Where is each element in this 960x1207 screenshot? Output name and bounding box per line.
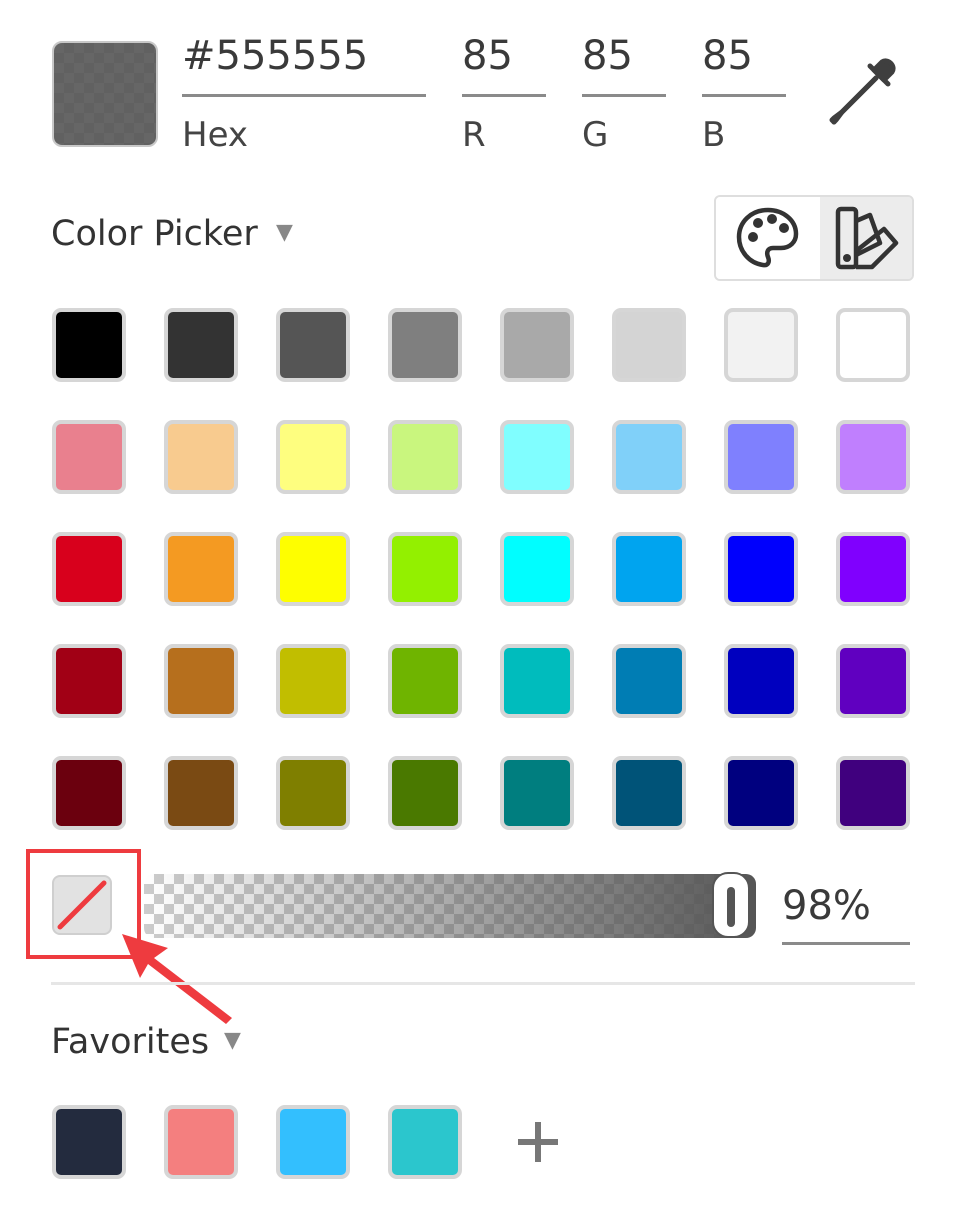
r-underline	[462, 94, 546, 97]
color-picker-title[interactable]: Color Picker	[51, 217, 258, 252]
plus-icon[interactable]	[514, 1118, 562, 1166]
palette-swatch[interactable]	[164, 756, 238, 830]
palette-swatch[interactable]	[276, 644, 350, 718]
palette-swatch[interactable]	[52, 420, 126, 494]
hex-label: Hex	[182, 115, 249, 155]
palette-swatch[interactable]	[500, 756, 574, 830]
hex-underline	[182, 94, 426, 97]
annotation-arrow-icon	[122, 934, 232, 1024]
palette-swatch[interactable]	[388, 532, 462, 606]
caret-down-icon[interactable]: ▼	[276, 222, 293, 244]
picker-mode-toggle	[714, 195, 914, 281]
palette-swatch[interactable]	[724, 532, 798, 606]
b-underline	[702, 94, 786, 97]
palette-swatch[interactable]	[164, 532, 238, 606]
palette-swatch[interactable]	[612, 420, 686, 494]
palette-swatch[interactable]	[724, 420, 798, 494]
favorite-swatch[interactable]	[388, 1105, 462, 1179]
palette-swatch[interactable]	[276, 532, 350, 606]
palette-swatch[interactable]	[500, 644, 574, 718]
palette-swatch[interactable]	[724, 644, 798, 718]
palette-swatch[interactable]	[500, 308, 574, 382]
palette-mode-button[interactable]	[716, 197, 820, 279]
palette-swatch[interactable]	[500, 420, 574, 494]
color-preview	[52, 41, 158, 147]
palette-swatch[interactable]	[388, 644, 462, 718]
palette-swatch[interactable]	[724, 308, 798, 382]
palette-icon	[736, 207, 799, 268]
section-divider	[51, 982, 915, 985]
swatches-mode-button[interactable]	[820, 197, 912, 279]
swatches-icon	[835, 206, 899, 270]
palette-swatch[interactable]	[388, 308, 462, 382]
palette-swatch[interactable]	[164, 308, 238, 382]
palette-swatch[interactable]	[276, 420, 350, 494]
favorite-swatch[interactable]	[164, 1105, 238, 1179]
eyedropper-icon[interactable]	[826, 56, 898, 128]
r-input[interactable]: 85	[462, 36, 513, 76]
palette-swatch[interactable]	[612, 644, 686, 718]
palette-swatch[interactable]	[500, 532, 574, 606]
palette-swatch[interactable]	[52, 644, 126, 718]
alpha-slider-handle[interactable]	[714, 874, 748, 936]
palette-swatch[interactable]	[836, 644, 910, 718]
palette-swatch[interactable]	[52, 756, 126, 830]
alpha-input[interactable]: 98%	[782, 886, 871, 926]
alpha-underline	[782, 942, 910, 945]
palette-swatch[interactable]	[836, 420, 910, 494]
b-input[interactable]: 85	[702, 36, 753, 76]
hex-input[interactable]: #555555	[182, 36, 368, 76]
r-label: R	[462, 115, 486, 155]
g-input[interactable]: 85	[582, 36, 633, 76]
palette-swatch[interactable]	[724, 756, 798, 830]
g-underline	[582, 94, 666, 97]
palette-swatch[interactable]	[276, 308, 350, 382]
favorite-swatch[interactable]	[52, 1105, 126, 1179]
palette-swatch[interactable]	[276, 756, 350, 830]
palette-swatch[interactable]	[836, 532, 910, 606]
favorite-swatch[interactable]	[276, 1105, 350, 1179]
palette-swatch[interactable]	[164, 644, 238, 718]
palette-swatch[interactable]	[612, 308, 686, 382]
palette-swatch[interactable]	[164, 420, 238, 494]
favorites-title[interactable]: Favorites	[51, 1025, 209, 1060]
palette-swatch[interactable]	[52, 532, 126, 606]
palette-swatch[interactable]	[836, 308, 910, 382]
caret-down-icon[interactable]: ▼	[224, 1030, 241, 1052]
palette-swatch[interactable]	[612, 532, 686, 606]
palette-swatch[interactable]	[836, 756, 910, 830]
palette-swatch[interactable]	[388, 756, 462, 830]
g-label: G	[582, 115, 609, 155]
b-label: B	[702, 115, 726, 155]
palette-swatch[interactable]	[612, 756, 686, 830]
palette-swatch[interactable]	[388, 420, 462, 494]
palette-swatch[interactable]	[52, 308, 126, 382]
